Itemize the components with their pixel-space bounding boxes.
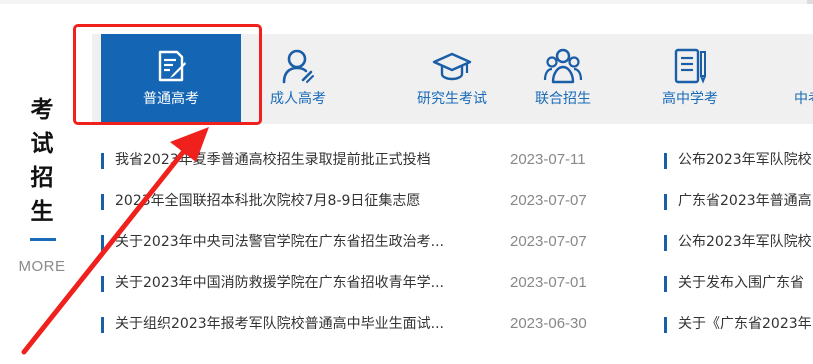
- bullet-bar: [664, 235, 667, 251]
- tab-zhongkao[interactable]: 中考: [772, 34, 813, 124]
- bullet-bar: [664, 317, 667, 333]
- list-item[interactable]: 公布2023年军队院校: [664, 142, 813, 183]
- section-title-char: 试: [30, 131, 54, 157]
- news-title-link[interactable]: 关于2023年中国消防救援学院在广东省招收青年学...: [115, 265, 444, 301]
- news-title-link[interactable]: 关于组织2023年报考军队院校普通高中毕业生面试...: [115, 306, 444, 342]
- section-divider: [30, 238, 56, 241]
- section-title-char: 生: [30, 199, 54, 225]
- notebook-pen-icon: [674, 48, 706, 84]
- news-title-link[interactable]: 广东省2023年普通高: [678, 183, 812, 219]
- news-title-link[interactable]: 关于《广东省2023年: [678, 306, 812, 342]
- graduation-cap-icon: [432, 52, 472, 81]
- bullet-bar: [101, 153, 104, 169]
- bullet-bar: [101, 276, 104, 292]
- news-date: 2023-07-01: [510, 274, 587, 291]
- list-item[interactable]: 关于发布入围广东省: [664, 265, 813, 306]
- news-date: 2023-06-30: [510, 315, 587, 332]
- news-date: 2023-07-11: [510, 151, 586, 168]
- list-item[interactable]: 广东省2023年普通高: [664, 183, 813, 224]
- tab-label: 高中学考: [662, 91, 718, 107]
- tab-label: 联合招生: [535, 91, 591, 107]
- bullet-bar: [664, 153, 667, 169]
- list-item[interactable]: 关于2023年中央司法警官学院在广东省招生政治考... 2023-07-07: [101, 224, 621, 265]
- list-item[interactable]: 2023年全国联招本科批次院校7月8-9日征集志愿 2023-07-07: [101, 183, 621, 224]
- news-title-link[interactable]: 公布2023年军队院校: [678, 224, 812, 260]
- news-title-link[interactable]: 2023年全国联招本科批次院校7月8-9日征集志愿: [115, 183, 420, 219]
- more-link[interactable]: MORE: [14, 258, 70, 275]
- top-border: [0, 0, 813, 4]
- adult-person-icon: [282, 49, 314, 84]
- news-title-link[interactable]: 我省2023年夏季普通高校招生录取提前批正式投档: [115, 142, 431, 178]
- news-date: 2023-07-07: [510, 192, 587, 209]
- tab-label: 中考: [794, 91, 813, 107]
- group-people-icon: [543, 48, 583, 84]
- list-item[interactable]: 关于组织2023年报考军队院校普通高中毕业生面试... 2023-06-30: [101, 306, 621, 347]
- tab-lianhe-zhaosheng[interactable]: 联合招生: [493, 34, 633, 124]
- news-title-link[interactable]: 关于发布入围广东省: [678, 265, 804, 301]
- bullet-bar: [101, 194, 104, 210]
- bullet-bar: [664, 276, 667, 292]
- tab-gaozhong-xuekao[interactable]: 高中学考: [620, 34, 760, 124]
- section-title-char: 招: [30, 165, 54, 191]
- list-item[interactable]: 关于《广东省2023年: [664, 306, 813, 347]
- annotation-highlight-box: [73, 24, 262, 125]
- news-date: 2023-07-07: [510, 233, 587, 250]
- section-title: 考 试 招 生: [20, 93, 64, 229]
- list-item[interactable]: 关于2023年中国消防救援学院在广东省招收青年学... 2023-07-01: [101, 265, 621, 306]
- news-title-link[interactable]: 关于2023年中央司法警官学院在广东省招生政治考...: [115, 224, 444, 260]
- news-title-link[interactable]: 公布2023年军队院校: [678, 142, 812, 178]
- list-item[interactable]: 公布2023年军队院校: [664, 224, 813, 265]
- section-title-char: 考: [30, 97, 54, 123]
- bullet-bar: [664, 194, 667, 210]
- list-item[interactable]: 我省2023年夏季普通高校招生录取提前批正式投档 2023-07-11: [101, 142, 621, 183]
- bullet-bar: [101, 235, 104, 251]
- news-list-left: 我省2023年夏季普通高校招生录取提前批正式投档 2023-07-11 2023…: [101, 142, 621, 347]
- news-list-right: 公布2023年军队院校 广东省2023年普通高 公布2023年军队院校 关于发布…: [664, 142, 813, 352]
- bullet-bar: [101, 317, 104, 333]
